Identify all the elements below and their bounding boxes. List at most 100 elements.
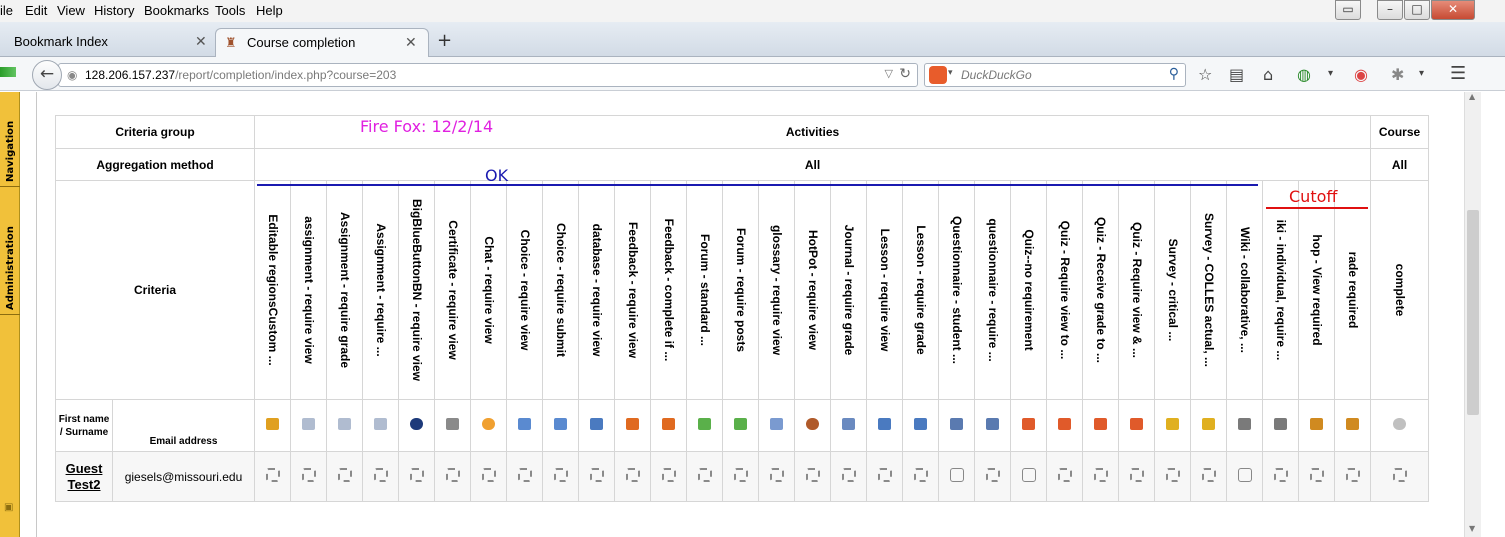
completion-status-cell — [1190, 451, 1227, 502]
completion-checkbox-icon[interactable] — [1021, 468, 1036, 482]
criteria-icon-cell — [1154, 399, 1191, 452]
completion-checkbox-icon[interactable] — [1057, 468, 1072, 482]
completion-checkbox-icon[interactable] — [265, 468, 280, 482]
vertical-scrollbar[interactable]: ▲ ▼ — [1464, 92, 1481, 537]
workshop-icon — [1346, 418, 1359, 430]
scroll-thumb[interactable] — [1467, 210, 1479, 415]
completion-checkbox-icon[interactable] — [625, 468, 640, 482]
tab-course-completion[interactable]: ♜ Course completion ✕ — [215, 28, 429, 58]
menu-help[interactable]: Help — [256, 3, 283, 18]
menu-file[interactable]: ile — [0, 3, 13, 18]
dock-toggle-icon[interactable]: ▣ — [4, 502, 13, 513]
dropdown-icon[interactable]: ▽ — [885, 67, 893, 80]
bigbluebutton-icon — [410, 418, 423, 430]
completion-checkbox-icon[interactable] — [1273, 468, 1288, 482]
dock-navigation[interactable]: Navigation — [0, 92, 20, 187]
completion-checkbox-icon[interactable] — [517, 468, 532, 482]
completion-checkbox-icon[interactable] — [445, 468, 460, 482]
criteria-header: iki - individual, require ... — [1262, 180, 1299, 400]
completion-checkbox-icon[interactable] — [949, 468, 964, 482]
search-engine-dropdown-icon[interactable]: ▾ — [948, 68, 953, 78]
bookmark-star-icon[interactable]: ☆ — [1198, 65, 1212, 84]
completion-status-cell — [1154, 451, 1191, 502]
new-tab-icon[interactable]: + — [437, 30, 452, 51]
completion-checkbox-icon[interactable] — [1129, 468, 1144, 482]
completion-checkbox-icon[interactable] — [337, 468, 352, 482]
menu-view[interactable]: View — [57, 3, 85, 18]
course-label: Course — [1370, 115, 1429, 149]
completion-status-cell — [1370, 451, 1429, 502]
completion-checkbox-icon[interactable] — [661, 468, 676, 482]
workshop-icon — [1310, 418, 1323, 430]
restore-icon[interactable]: ▭ — [1335, 0, 1361, 20]
criteria-label-text: database - require view — [589, 223, 604, 357]
home-icon[interactable]: ⌂ — [1263, 65, 1273, 84]
dock-administration[interactable]: Administration — [0, 187, 20, 315]
criteria-icon-cell — [650, 399, 687, 452]
criteria-icon-cell — [1118, 399, 1155, 452]
forum-icon — [734, 418, 747, 430]
course-complete-icon — [1393, 418, 1406, 430]
criteria-header: Survey - critical ... — [1154, 180, 1191, 400]
completion-checkbox-icon[interactable] — [805, 468, 820, 482]
menu-history[interactable]: History — [94, 3, 134, 18]
completion-checkbox-icon[interactable] — [409, 468, 424, 482]
sort-first-name-link[interactable]: First name — [59, 414, 110, 425]
menu-bookmarks[interactable]: Bookmarks — [144, 3, 209, 18]
search-icon[interactable]: ⚲ — [1169, 66, 1179, 82]
reload-icon[interactable]: ↻ — [899, 66, 911, 82]
criteria-header: Questionnaire - student ... — [938, 180, 975, 400]
completion-checkbox-icon[interactable] — [553, 468, 568, 482]
menu-icon[interactable]: ☰ — [1450, 63, 1466, 84]
completion-checkbox-icon[interactable] — [301, 468, 316, 482]
user-link[interactable]: Guest Test2 — [66, 461, 103, 492]
criteria-header: Assignment - require grade — [326, 180, 363, 400]
completion-checkbox-icon[interactable] — [913, 468, 928, 482]
addon-dropdown-icon[interactable]: ▾ — [1328, 68, 1333, 79]
extension-dropdown-icon[interactable]: ▾ — [1419, 68, 1424, 79]
completion-checkbox-icon[interactable] — [1201, 468, 1216, 482]
reading-list-icon[interactable]: ▤ — [1229, 65, 1244, 84]
maximize-icon[interactable]: □ — [1404, 0, 1430, 20]
lesson-icon — [914, 418, 927, 430]
completion-checkbox-icon[interactable] — [1165, 468, 1180, 482]
completion-checkbox-icon[interactable] — [1392, 468, 1407, 482]
completion-checkbox-icon[interactable] — [841, 468, 856, 482]
scroll-up-icon[interactable]: ▲ — [1469, 92, 1475, 101]
completion-checkbox-icon[interactable] — [769, 468, 784, 482]
completion-checkbox-icon[interactable] — [589, 468, 604, 482]
completion-checkbox-icon[interactable] — [985, 468, 1000, 482]
completion-checkbox-icon[interactable] — [1309, 468, 1324, 482]
tab-bookmark-index[interactable]: Bookmark Index ✕ — [0, 28, 214, 58]
url-bar[interactable]: ◉ 128.206.157.237/report/completion/inde… — [58, 63, 918, 87]
criteria-header: BigBlueButtonBN - require view — [398, 180, 435, 400]
completion-checkbox-icon[interactable] — [1093, 468, 1108, 482]
completion-checkbox-icon[interactable] — [877, 468, 892, 482]
search-input[interactable]: ▾ DuckDuckGo ⚲ — [924, 63, 1186, 87]
questionnaire-icon — [950, 418, 963, 430]
close-tab-icon[interactable]: ✕ — [195, 33, 207, 50]
criteria-label-text: Feedback - complete if ... — [661, 218, 676, 362]
completion-checkbox-icon[interactable] — [481, 468, 496, 482]
menu-tools[interactable]: Tools — [215, 3, 245, 18]
completion-checkbox-icon[interactable] — [697, 468, 712, 482]
minimize-icon[interactable]: – — [1377, 0, 1403, 20]
completion-checkbox-icon[interactable] — [1345, 468, 1360, 482]
menu-edit[interactable]: Edit — [25, 3, 47, 18]
close-tab-icon[interactable]: ✕ — [405, 34, 417, 51]
completion-checkbox-icon[interactable] — [373, 468, 388, 482]
criteria-icon-cell — [254, 399, 291, 452]
completion-checkbox-icon[interactable] — [1237, 468, 1252, 482]
adblock-icon[interactable]: ◉ — [1354, 65, 1368, 84]
addon-icon[interactable]: ◍ — [1297, 65, 1311, 84]
close-window-icon[interactable]: ✕ — [1431, 0, 1475, 20]
criteria-label-text: iki - individual, require ... — [1273, 219, 1288, 361]
criteria-header: Quiz - Receive grade to ... — [1082, 180, 1119, 400]
completion-checkbox-icon[interactable] — [733, 468, 748, 482]
sort-surname-link[interactable]: Surname — [65, 427, 108, 438]
completion-status-cell — [830, 451, 867, 502]
completion-status-cell — [974, 451, 1011, 502]
scroll-down-icon[interactable]: ▼ — [1469, 524, 1475, 533]
extension-icon[interactable]: ✱ — [1391, 65, 1404, 84]
back-button[interactable]: ← — [32, 60, 62, 90]
